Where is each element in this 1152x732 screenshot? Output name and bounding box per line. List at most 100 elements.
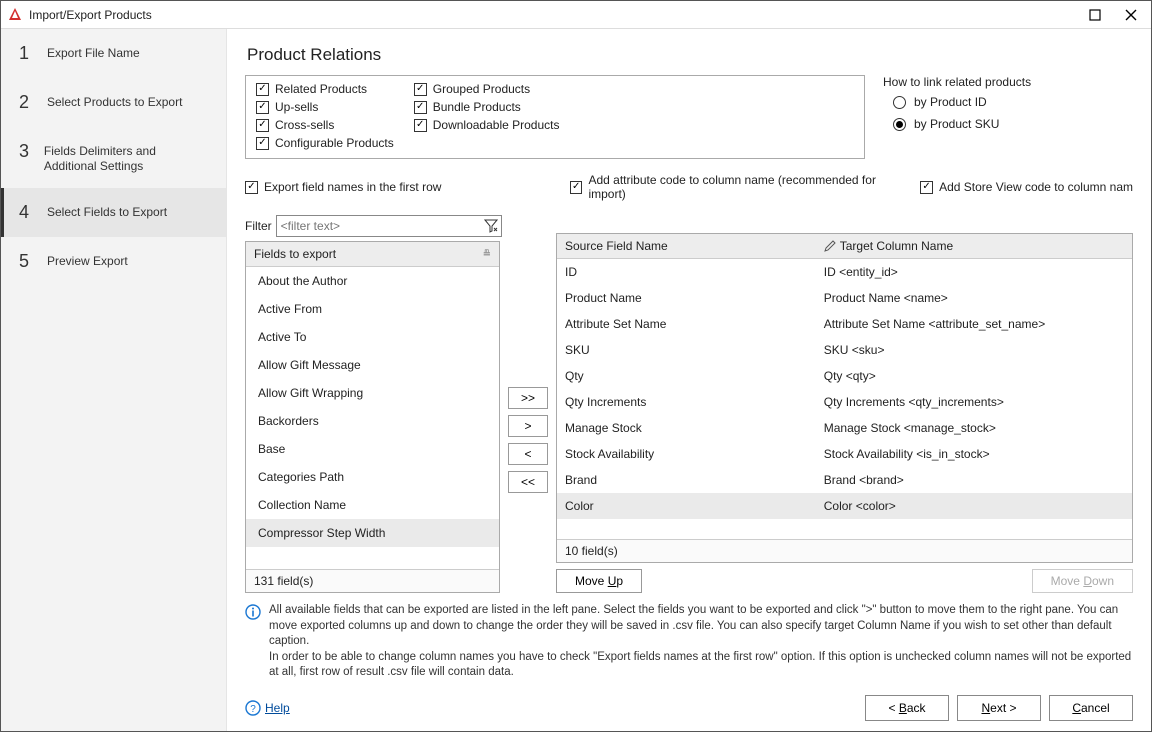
relation-checkbox[interactable]: Configurable Products — [256, 136, 394, 150]
relations-box: Related Products Up-sells Cross-sells Confi… — [245, 75, 865, 159]
relation-checkbox[interactable]: Grouped Products — [414, 82, 560, 96]
column-row[interactable]: ColorColor <color> — [557, 493, 1132, 519]
relation-label: Related Products — [275, 82, 367, 96]
fields-header: Fields to export — [254, 247, 336, 261]
column-row[interactable]: Attribute Set NameAttribute Set Name <at… — [557, 311, 1132, 337]
svg-text:?: ? — [250, 704, 256, 715]
target-cell: Brand <brand> — [816, 467, 1132, 493]
checkbox-icon — [570, 181, 582, 194]
field-item[interactable]: Allow Gift Wrapping — [246, 379, 499, 407]
relation-label: Cross-sells — [275, 118, 334, 132]
step-label: Preview Export — [47, 251, 128, 269]
add-attr-code-label: Add attribute code to column name (recom… — [588, 173, 900, 201]
field-item[interactable]: Collection Name — [246, 491, 499, 519]
relation-checkbox[interactable]: Downloadable Products — [414, 118, 560, 132]
link-group-title: How to link related products — [883, 75, 1133, 89]
relation-checkbox[interactable]: Bundle Products — [414, 100, 560, 114]
back-button[interactable]: < Back — [865, 695, 949, 721]
field-item[interactable]: Categories Path — [246, 463, 499, 491]
sort-icon[interactable]: ≞ — [483, 249, 491, 260]
radio-icon — [893, 96, 906, 109]
column-row[interactable]: QtyQty <qty> — [557, 363, 1132, 389]
next-button[interactable]: Next > — [957, 695, 1041, 721]
source-cell: ID — [557, 259, 816, 285]
help-icon: ? — [245, 700, 261, 716]
transfer-button[interactable]: << — [508, 471, 548, 493]
link-radio[interactable]: by Product SKU — [893, 117, 1133, 131]
move-down-button[interactable]: Move Down — [1032, 569, 1133, 593]
add-attr-code-checkbox[interactable]: Add attribute code to column name (recom… — [570, 173, 900, 201]
field-item[interactable]: Backorders — [246, 407, 499, 435]
relation-checkbox[interactable]: Up-sells — [256, 100, 394, 114]
relation-checkbox[interactable]: Cross-sells — [256, 118, 394, 132]
fields-pane: Fields to export ≞ About the AuthorActiv… — [245, 241, 500, 593]
column-row[interactable]: SKUSKU <sku> — [557, 337, 1132, 363]
step-label: Export File Name — [47, 43, 140, 61]
source-cell: SKU — [557, 337, 816, 363]
checkbox-icon — [256, 137, 269, 150]
wizard-step-4[interactable]: 4 Select Fields to Export — [1, 188, 226, 237]
columns-count: 10 field(s) — [557, 539, 1132, 562]
maximize-button[interactable] — [1081, 5, 1109, 25]
relation-label: Grouped Products — [433, 82, 530, 96]
help-link[interactable]: ? Help — [245, 700, 290, 716]
link-radio[interactable]: by Product ID — [893, 95, 1133, 109]
columns-table: Source Field Name Target Column Name IDI… — [556, 233, 1133, 563]
field-item[interactable]: Base — [246, 435, 499, 463]
target-cell: Stock Availability <is_in_stock> — [816, 441, 1132, 467]
section-title: Product Relations — [247, 45, 1133, 65]
move-up-button[interactable]: Move Up — [556, 569, 642, 593]
transfer-button[interactable]: >> — [508, 387, 548, 409]
source-cell: Qty Increments — [557, 389, 816, 415]
source-header: Source Field Name — [557, 234, 816, 258]
step-number: 4 — [19, 202, 33, 223]
field-item[interactable]: Compressor Step Width — [246, 519, 499, 547]
step-label: Select Fields to Export — [47, 202, 167, 220]
relation-label: Downloadable Products — [433, 118, 560, 132]
column-row[interactable]: IDID <entity_id> — [557, 259, 1132, 285]
wizard-step-1[interactable]: 1Export File Name — [1, 29, 226, 78]
step-number: 3 — [19, 141, 30, 162]
add-store-view-checkbox[interactable]: Add Store View code to column nam — [920, 180, 1133, 194]
filter-input[interactable] — [276, 215, 502, 237]
target-cell: ID <entity_id> — [816, 259, 1132, 285]
transfer-button[interactable]: < — [508, 443, 548, 465]
close-button[interactable] — [1117, 5, 1145, 25]
target-header: Target Column Name — [840, 239, 953, 253]
wizard-step-5[interactable]: 5 Preview Export — [1, 237, 226, 286]
column-row[interactable]: BrandBrand <brand> — [557, 467, 1132, 493]
target-cell: Color <color> — [816, 493, 1132, 519]
source-cell: Product Name — [557, 285, 816, 311]
source-cell: Manage Stock — [557, 415, 816, 441]
export-first-row-checkbox[interactable]: Export field names in the first row — [245, 180, 550, 194]
source-cell: Color — [557, 493, 816, 519]
transfer-button[interactable]: > — [508, 415, 548, 437]
relation-label: Up-sells — [275, 100, 318, 114]
checkbox-icon — [256, 83, 269, 96]
column-row[interactable]: Product NameProduct Name <name> — [557, 285, 1132, 311]
column-row[interactable]: Stock AvailabilityStock Availability <is… — [557, 441, 1132, 467]
step-number: 5 — [19, 251, 33, 272]
field-item[interactable]: Active To — [246, 323, 499, 351]
info-icon — [245, 604, 261, 620]
field-item[interactable]: Allow Gift Message — [246, 351, 499, 379]
target-cell: Attribute Set Name <attribute_set_name> — [816, 311, 1132, 337]
cancel-button[interactable]: Cancel — [1049, 695, 1133, 721]
relation-label: Configurable Products — [275, 136, 394, 150]
step-label: Fields Delimiters and Additional Setting… — [44, 141, 210, 174]
radio-label: by Product ID — [914, 95, 987, 109]
field-item[interactable]: Active From — [246, 295, 499, 323]
wizard-step-3[interactable]: 3 Fields Delimiters and Additional Settin… — [1, 127, 226, 188]
checkbox-icon — [256, 101, 269, 114]
column-row[interactable]: Qty IncrementsQty Increments <qty_increm… — [557, 389, 1132, 415]
checkbox-icon — [414, 83, 427, 96]
app-icon — [7, 7, 23, 23]
wizard-step-2[interactable]: 2Select Products to Export — [1, 78, 226, 127]
relation-checkbox[interactable]: Related Products — [256, 82, 394, 96]
filter-icon[interactable] — [482, 217, 500, 235]
column-row[interactable]: Manage StockManage Stock <manage_stock> — [557, 415, 1132, 441]
link-group: How to link related products by Product … — [883, 75, 1133, 139]
field-item[interactable]: About the Author — [246, 267, 499, 295]
relation-label: Bundle Products — [433, 100, 521, 114]
source-cell: Brand — [557, 467, 816, 493]
